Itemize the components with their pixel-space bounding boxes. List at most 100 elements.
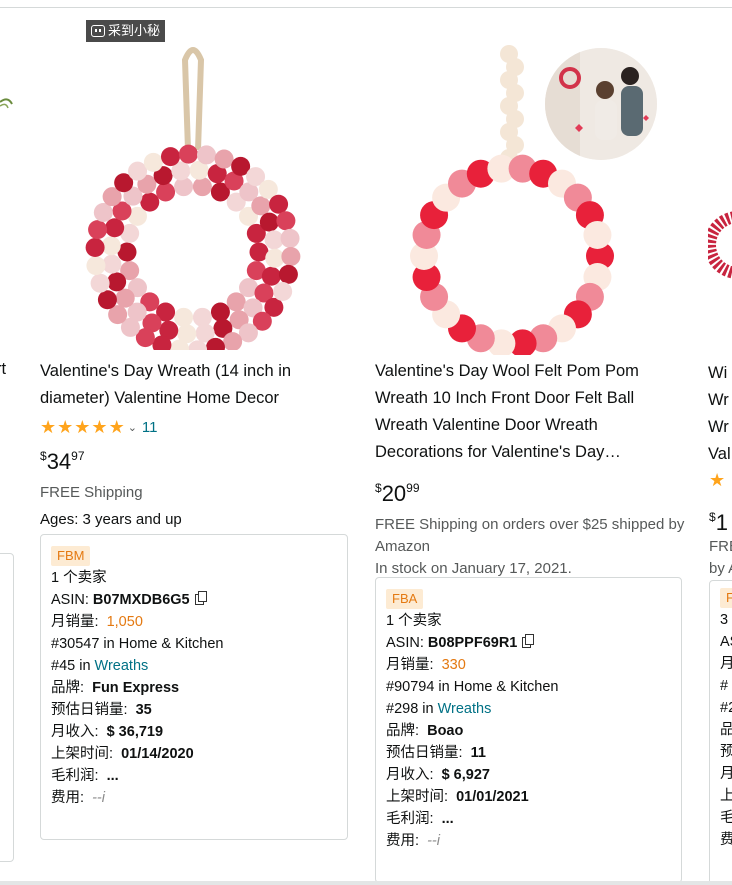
pom-pom bbox=[226, 292, 246, 312]
fulfillment-tag: FBM bbox=[51, 546, 91, 566]
fee-value[interactable]: --i bbox=[427, 833, 440, 849]
price-symbol: $ bbox=[375, 481, 382, 495]
pom-pom bbox=[196, 145, 216, 165]
right-title-line[interactable]: Wr bbox=[708, 387, 732, 414]
pom-pom bbox=[192, 177, 212, 197]
right-price[interactable]: $1 bbox=[709, 505, 728, 535]
pom-pom bbox=[174, 177, 194, 197]
pom-pom bbox=[214, 149, 234, 169]
fulfillment-tag: F bbox=[720, 588, 732, 608]
right-title-line[interactable]: Val bbox=[708, 441, 732, 468]
left-partial-ext-box bbox=[0, 553, 14, 862]
star-icon: ★ bbox=[57, 417, 74, 437]
right-ext-line: 月 bbox=[720, 763, 732, 785]
asin-value: B07MXDB6G5 bbox=[92, 592, 190, 608]
rank-sub: #45 in Wreaths bbox=[51, 658, 149, 674]
category-link[interactable]: Wreaths bbox=[95, 658, 149, 674]
star-icon: ★ bbox=[74, 417, 91, 437]
rank-sub: #298 in Wreaths bbox=[386, 701, 492, 717]
brand-row: 品牌: Boao bbox=[386, 723, 464, 739]
shipping-2: FREE Shipping on orders over $25 shipped… bbox=[375, 516, 685, 555]
margin-row: 毛利润: ... bbox=[386, 811, 454, 827]
ext-info-box-2: FBA 1 个卖家 ASIN: B08PPF69R1 月销量: 330 #907… bbox=[375, 577, 682, 883]
daily-sales-row: 预估日销量: 11 bbox=[386, 745, 486, 761]
leaf-icon bbox=[0, 98, 13, 109]
price-fraction: 99 bbox=[406, 481, 420, 495]
right-ext-line: 3 bbox=[720, 612, 729, 628]
monthly-sales-row: 月销量: 330 bbox=[386, 657, 466, 673]
margin-row: 毛利润: ... bbox=[51, 768, 119, 784]
rank-main: #30547 in Home & Kitchen bbox=[51, 636, 224, 652]
pom-pom bbox=[583, 220, 612, 249]
ages-1: Ages: 3 years and up bbox=[40, 511, 182, 528]
right-ext-line: 品 bbox=[720, 719, 732, 741]
product-title-2[interactable]: Valentine's Day Wool Felt Pom Pom Wreath… bbox=[375, 358, 685, 466]
right-ext-line: # bbox=[720, 678, 729, 694]
right-star-icon: ★ bbox=[709, 470, 726, 490]
top-divider bbox=[0, 7, 732, 8]
right-title-line[interactable]: Wr bbox=[708, 414, 732, 441]
collect-button-label: 采到小秘 bbox=[108, 23, 161, 38]
review-count-1[interactable]: 11 bbox=[142, 419, 158, 436]
pom-pom bbox=[210, 302, 230, 322]
asin-row: ASIN: B08PPF69R1 bbox=[386, 632, 671, 654]
revenue-row: 月收入: $ 6,927 bbox=[386, 767, 490, 783]
shipping-1: FREE Shipping bbox=[40, 484, 143, 501]
seller-count: 1 个卖家 bbox=[51, 570, 107, 586]
monthly-sales-row: 月销量: 1,050 bbox=[51, 614, 143, 630]
product-title-1[interactable]: Valentine's Day Wreath (14 inch in diame… bbox=[40, 358, 340, 412]
bottom-divider bbox=[0, 881, 732, 885]
chevron-down-icon[interactable]: ⌄ bbox=[128, 421, 137, 434]
pom-pom bbox=[143, 152, 163, 172]
fee-row: 费用: --i bbox=[51, 790, 105, 806]
fee-value[interactable]: --i bbox=[92, 790, 105, 806]
pom-pom bbox=[174, 307, 194, 327]
collect-button[interactable]: 采到小秘 bbox=[86, 20, 166, 42]
revenue-row: 月收入: $ 36,719 bbox=[51, 724, 164, 740]
left-partial-image[interactable] bbox=[0, 90, 14, 120]
rank-main: #90794 in Home & Kitchen bbox=[386, 679, 559, 695]
pom-pom bbox=[265, 248, 285, 268]
right-partial-image[interactable] bbox=[708, 200, 732, 290]
right-partial-card: Wi Wr Wr Val bbox=[708, 360, 732, 468]
pom-pom bbox=[281, 246, 301, 266]
right-ext-line: 月 bbox=[720, 653, 732, 675]
asin-value: B08PPF69R1 bbox=[427, 635, 518, 651]
category-link[interactable]: Wreaths bbox=[438, 701, 492, 717]
product-image-1[interactable] bbox=[85, 40, 355, 350]
right-ext-line: AS bbox=[720, 634, 732, 650]
pom-pom bbox=[278, 264, 298, 284]
star-icon: ★ bbox=[40, 417, 57, 437]
pom-pom bbox=[251, 196, 271, 216]
right-ext-line: #2 bbox=[720, 700, 732, 716]
pom-pom bbox=[105, 218, 125, 238]
left-partial-title[interactable]: rt bbox=[0, 360, 6, 379]
right-ext-line: 费 bbox=[720, 829, 732, 851]
rating-row-1[interactable]: ★ ★ ★ ★ ★ ⌄ 11 bbox=[40, 418, 340, 436]
price-1[interactable]: $3497 bbox=[40, 444, 340, 474]
price-2[interactable]: $2099 bbox=[375, 476, 685, 506]
pom-pom bbox=[259, 212, 279, 232]
price-whole: 34 bbox=[46, 449, 72, 474]
listed-row: 上架时间: 01/14/2020 bbox=[51, 746, 194, 762]
pom-pom bbox=[140, 192, 160, 212]
seller-count: 1 个卖家 bbox=[386, 613, 442, 629]
pom-pom bbox=[192, 307, 212, 327]
pom-pom bbox=[90, 273, 110, 293]
right-shipping: FRE by A bbox=[709, 538, 732, 577]
star-icon: ★ bbox=[91, 417, 108, 437]
pom-pom bbox=[85, 238, 105, 258]
star-icon: ★ bbox=[108, 417, 125, 437]
right-title-line[interactable]: Wi bbox=[708, 360, 732, 387]
listed-row: 上架时间: 01/01/2021 bbox=[386, 789, 529, 805]
right-ext-box: F 3AS月##2品预月上毛费 bbox=[709, 580, 732, 885]
lifestyle-thumbnail[interactable] bbox=[545, 48, 657, 160]
copy-icon[interactable] bbox=[522, 634, 535, 648]
robot-icon bbox=[91, 25, 105, 37]
right-ext-line: 预 bbox=[720, 741, 732, 763]
pom-pom bbox=[178, 144, 198, 164]
price-fraction: 97 bbox=[71, 449, 85, 463]
brand-row: 品牌: Fun Express bbox=[51, 680, 180, 696]
asin-row: ASIN: B07MXDB6G5 bbox=[51, 589, 337, 611]
copy-icon[interactable] bbox=[194, 591, 207, 605]
